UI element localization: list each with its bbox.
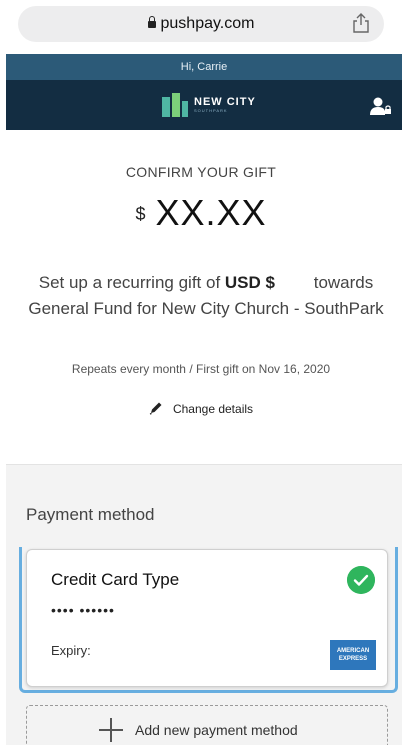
lock-icon <box>147 16 156 28</box>
check-icon <box>347 566 375 594</box>
address-bar[interactable]: pushpay.com <box>18 6 384 42</box>
gift-summary: Set up a recurring gift of USD $ towards… <box>20 270 392 322</box>
brand-bar: NEW CITY SOUTHPARK <box>6 80 402 130</box>
card-number: •••• •••••• <box>51 602 115 618</box>
logo-subtitle: SOUTHPARK <box>194 108 228 113</box>
repeat-schedule: Repeats every month / First gift on Nov … <box>71 362 331 376</box>
amex-line-2: EXPRESS <box>338 656 368 662</box>
change-details-label: Change details <box>172 402 254 416</box>
payment-heading: Payment method <box>26 505 155 524</box>
payment-card[interactable]: Credit Card Type •••• •••••• Expiry: AME… <box>26 549 388 687</box>
summary-prefix: Set up a recurring gift of <box>38 273 221 292</box>
change-details-link[interactable]: Change details <box>0 401 402 416</box>
payment-section: Payment method Credit Card Type •••• •••… <box>6 464 402 745</box>
pencil-icon <box>149 402 162 415</box>
url-text[interactable]: pushpay.com <box>18 15 384 33</box>
greeting-text: Hi, Carrie <box>180 61 228 73</box>
account-icon[interactable] <box>370 96 392 116</box>
church-logo[interactable]: NEW CITY SOUTHPARK <box>162 92 256 118</box>
logo-name: NEW CITY <box>194 96 256 108</box>
add-payment-method-button[interactable]: Add new payment method <box>26 705 388 745</box>
confirm-title: CONFIRM YOUR GIFT <box>125 164 277 180</box>
logo-mark-icon <box>162 93 188 117</box>
gift-amount: $ XX.XX <box>0 192 402 234</box>
browser-bar: pushpay.com <box>0 0 402 52</box>
greeting-bar: Hi, Carrie <box>6 54 402 80</box>
amex-line-1: AMERICAN <box>336 648 370 654</box>
card-type: Credit Card Type <box>51 570 180 589</box>
add-payment-method-label: Add new payment method <box>135 722 298 738</box>
summary-currency: USD $ <box>224 273 275 292</box>
amount-value: XX.XX <box>155 192 267 233</box>
share-icon[interactable] <box>352 13 370 33</box>
currency-sign: $ <box>135 204 146 224</box>
card-expiry: Expiry: <box>51 643 91 658</box>
plus-icon <box>99 718 123 742</box>
url-label: pushpay.com <box>160 15 255 32</box>
amex-logo-icon: AMERICAN EXPRESS <box>330 640 376 670</box>
